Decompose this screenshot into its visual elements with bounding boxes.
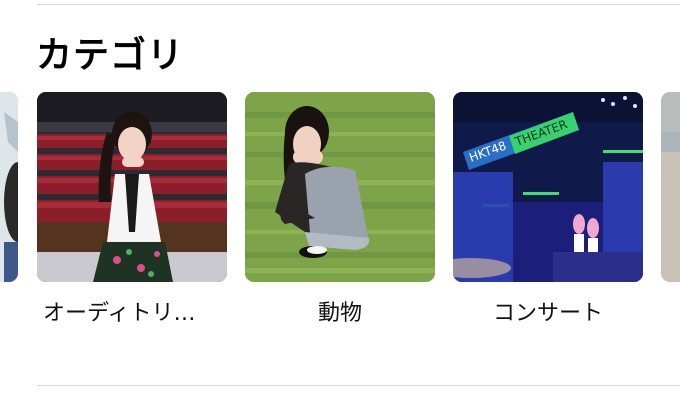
category-thumbnail bbox=[245, 92, 435, 282]
bottom-divider bbox=[37, 385, 680, 386]
category-label-concert: コンサート bbox=[492, 301, 603, 326]
category-thumbnail bbox=[661, 92, 680, 282]
section-title: カテゴリ bbox=[36, 35, 185, 76]
category-tile-concert[interactable]: HKT48 THEATER bbox=[453, 92, 643, 282]
category-thumbnail: HKT48 THEATER bbox=[453, 92, 643, 282]
categories-section: カテゴリ HKT48 THEATER オーディトリ… 動物 コンサート bbox=[0, 0, 680, 400]
category-tile-previous[interactable] bbox=[0, 92, 18, 282]
category-label-animal: 動物 bbox=[317, 301, 362, 326]
category-thumbnail bbox=[37, 92, 227, 282]
category-tile-next[interactable] bbox=[661, 92, 680, 282]
category-tile-animal[interactable] bbox=[245, 92, 435, 282]
category-label-auditorium: オーディトリ… bbox=[43, 301, 196, 326]
category-thumbnail bbox=[0, 92, 18, 282]
category-tile-auditorium[interactable] bbox=[37, 92, 227, 282]
top-divider bbox=[37, 4, 680, 5]
